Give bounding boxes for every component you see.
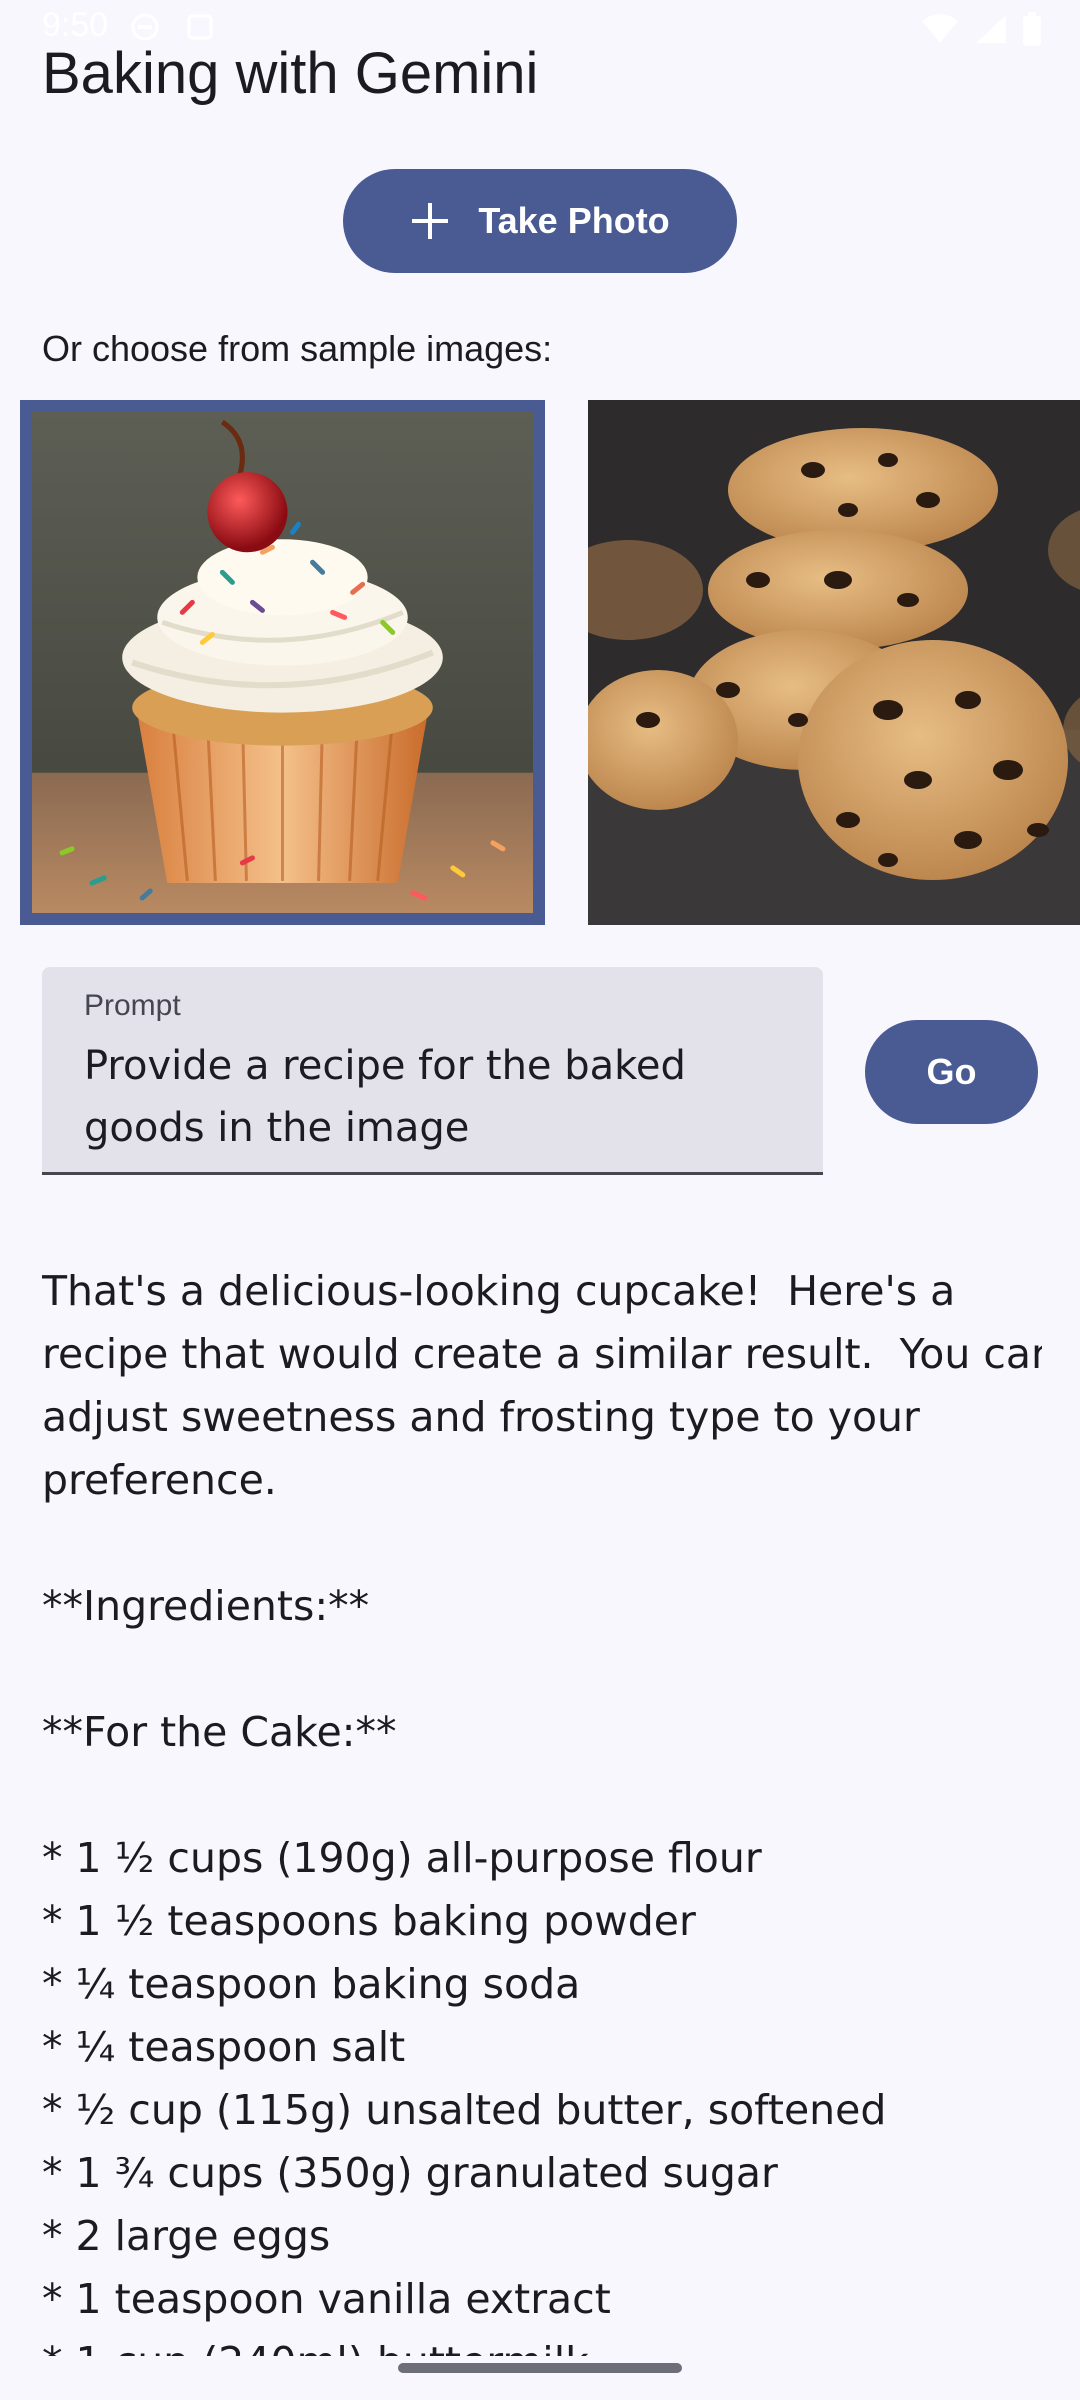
response-line: * ½ cup (115g) unsalted butter, softened bbox=[42, 2086, 887, 2134]
response-line: * 1 ¾ cups (350g) granulated sugar bbox=[42, 2149, 778, 2197]
response-line: * 1 teaspoon vanilla extract bbox=[42, 2275, 611, 2323]
response-line: * 1 ½ teaspoons baking powder bbox=[42, 1897, 696, 1945]
wifi-icon bbox=[922, 14, 958, 43]
response-line bbox=[42, 1638, 1042, 1701]
sample-image-cookies[interactable] bbox=[588, 400, 1080, 925]
response-line: **For the Cake:** bbox=[42, 1708, 397, 1756]
response-line: * 2 large eggs bbox=[42, 2212, 331, 2260]
response-line: * 1 cup (240ml) buttermilk bbox=[42, 2331, 1042, 2356]
response-line: * ¼ teaspoon salt bbox=[42, 2023, 406, 2071]
signal-icon bbox=[976, 15, 1006, 43]
response-line: **Ingredients:** bbox=[42, 1582, 370, 1630]
plus-icon bbox=[412, 203, 449, 239]
do-not-disturb-icon bbox=[131, 13, 159, 41]
response-line: * 1 ½ cups (190g) all-purpose flour bbox=[42, 1834, 762, 1882]
notification-icon bbox=[187, 14, 213, 40]
response-text: That's a delicious-looking cupcake! Here… bbox=[42, 1260, 1042, 2356]
page-title: Baking with Gemini bbox=[42, 41, 539, 106]
response-line: preference. bbox=[42, 1456, 277, 1504]
response-line: * ¼ teaspoon baking soda bbox=[42, 1960, 581, 2008]
take-photo-button[interactable]: Take Photo bbox=[343, 169, 737, 273]
battery-icon bbox=[1023, 12, 1041, 46]
response-line bbox=[42, 1512, 1042, 1575]
sample-images-label: Or choose from sample images: bbox=[42, 328, 553, 369]
response-line: adjust sweetness and frosting type to yo… bbox=[42, 1393, 920, 1441]
sample-images-carousel[interactable] bbox=[20, 400, 1080, 925]
response-line: recipe that would create a similar resul… bbox=[42, 1330, 1042, 1378]
response-line: That's a delicious-looking cupcake! Here… bbox=[42, 1267, 956, 1315]
sample-image-cupcake[interactable] bbox=[20, 400, 545, 925]
prompt-label: Prompt bbox=[84, 989, 181, 1022]
response-line bbox=[42, 1764, 1042, 1827]
prompt-value[interactable]: Provide a recipe for the baked goods in … bbox=[84, 1035, 784, 1159]
prompt-input[interactable]: Prompt Provide a recipe for the baked go… bbox=[42, 967, 823, 1175]
status-icons bbox=[920, 12, 1042, 46]
go-button[interactable]: Go bbox=[865, 1020, 1038, 1124]
take-photo-label: Take Photo bbox=[478, 200, 670, 241]
gesture-nav-handle[interactable] bbox=[398, 2363, 682, 2373]
